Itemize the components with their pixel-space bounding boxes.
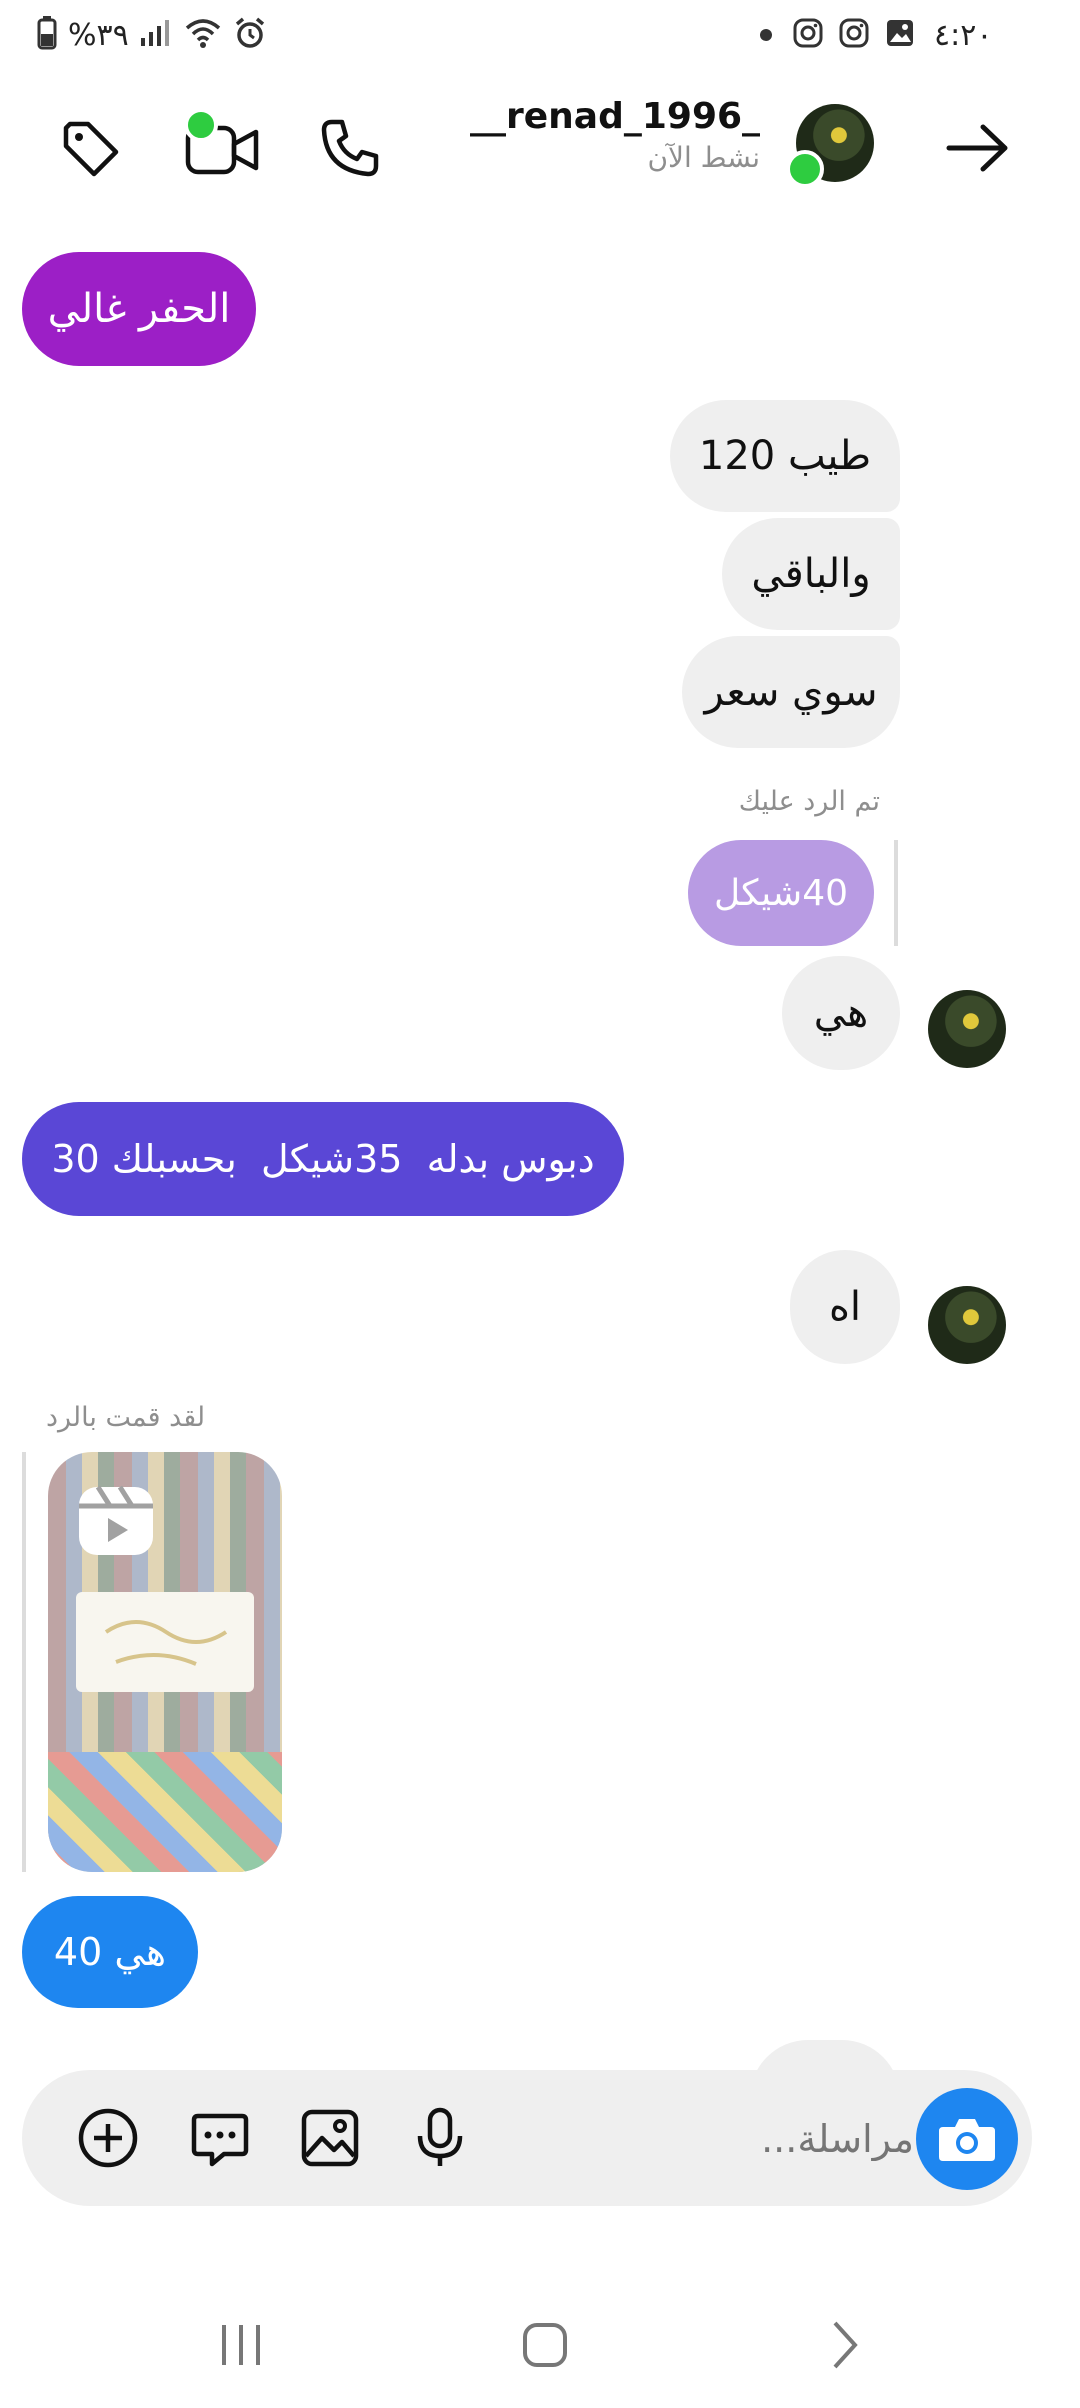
- recent-apps-icon[interactable]: [196, 2300, 286, 2390]
- message-input[interactable]: [542, 2104, 916, 2174]
- message-text: هي 40: [53, 1930, 167, 1974]
- battery-icon: [36, 16, 58, 54]
- online-indicator-icon: [786, 150, 824, 188]
- message-composer: [22, 2070, 1032, 2206]
- gallery-icon[interactable]: [290, 2098, 370, 2178]
- status-left: %٣٩: [36, 12, 267, 58]
- camera-button[interactable]: [916, 2088, 1018, 2190]
- contact-status: نشط الآن: [647, 141, 760, 174]
- message-bubble-outgoing[interactable]: دبوس بدله 35شيكل بحسبلك 30: [22, 1102, 624, 1216]
- reply-label: لقد قمت بالرد: [46, 1402, 206, 1433]
- camera-icon: [939, 2119, 995, 2161]
- reply-label: تم الرد عليك: [738, 786, 880, 817]
- instagram-notification-icon: [838, 17, 870, 53]
- sender-avatar[interactable]: [928, 990, 1006, 1068]
- wifi-icon: [183, 16, 223, 54]
- message-bubble-incoming[interactable]: والباقي: [722, 518, 900, 630]
- sender-avatar[interactable]: [928, 1286, 1006, 1364]
- message-bubble-incoming[interactable]: طيب 120: [670, 400, 900, 512]
- notification-dot-icon: [760, 29, 772, 41]
- add-icon[interactable]: [68, 2098, 148, 2178]
- phone-call-button[interactable]: [310, 108, 390, 188]
- quick-replies-icon[interactable]: [180, 2098, 260, 2178]
- battery-percent: %٣٩: [68, 17, 129, 53]
- gallery-notification-icon: [884, 17, 916, 53]
- home-icon[interactable]: [500, 2300, 590, 2390]
- message-text: الحفر غالي: [47, 286, 231, 332]
- contact-info[interactable]: __renad_1996_ نشط الآن: [470, 96, 760, 174]
- message-text: سوي سعر: [704, 669, 878, 715]
- reply-line: [22, 1452, 26, 1872]
- reply-line: [894, 840, 898, 946]
- clock: ٤:٢٠: [934, 17, 993, 53]
- tag-icon[interactable]: [50, 108, 130, 188]
- message-text: 40شيكل: [714, 872, 848, 914]
- reel-background-toys: [48, 1752, 282, 1872]
- message-text: هي: [813, 990, 869, 1036]
- reel-product-image: [76, 1592, 254, 1692]
- replied-reel-thumbnail[interactable]: [48, 1452, 282, 1872]
- online-indicator-icon: [184, 108, 218, 142]
- message-text: اه: [828, 1284, 862, 1330]
- alarm-icon: [233, 16, 267, 54]
- back-icon[interactable]: [800, 2300, 890, 2390]
- message-text: دبوس بدله 35شيكل بحسبلك 30: [51, 1137, 595, 1181]
- signal-icon: [139, 18, 173, 52]
- status-bar: %٣٩ ٤:٢٠: [0, 0, 1080, 70]
- message-bubble-incoming[interactable]: هي: [782, 956, 900, 1070]
- contact-username: __renad_1996_: [470, 96, 761, 137]
- message-text: والباقي: [751, 551, 871, 597]
- message-bubble-outgoing[interactable]: هي 40: [22, 1896, 198, 2008]
- status-right: ٤:٢٠: [760, 12, 992, 58]
- video-call-button[interactable]: [178, 106, 268, 190]
- reels-play-icon: [76, 1484, 156, 1558]
- back-arrow-icon[interactable]: [938, 108, 1018, 188]
- message-bubble-incoming[interactable]: اه: [790, 1250, 900, 1364]
- message-text: طيب 120: [698, 433, 872, 479]
- message-bubble-incoming[interactable]: سوي سعر: [682, 636, 900, 748]
- microphone-icon[interactable]: [400, 2098, 480, 2178]
- replied-message-bubble[interactable]: 40شيكل: [688, 840, 874, 946]
- message-bubble-outgoing[interactable]: الحفر غالي: [22, 252, 256, 366]
- instagram-notification-icon: [792, 17, 824, 53]
- system-navigation-bar: [0, 2280, 1080, 2408]
